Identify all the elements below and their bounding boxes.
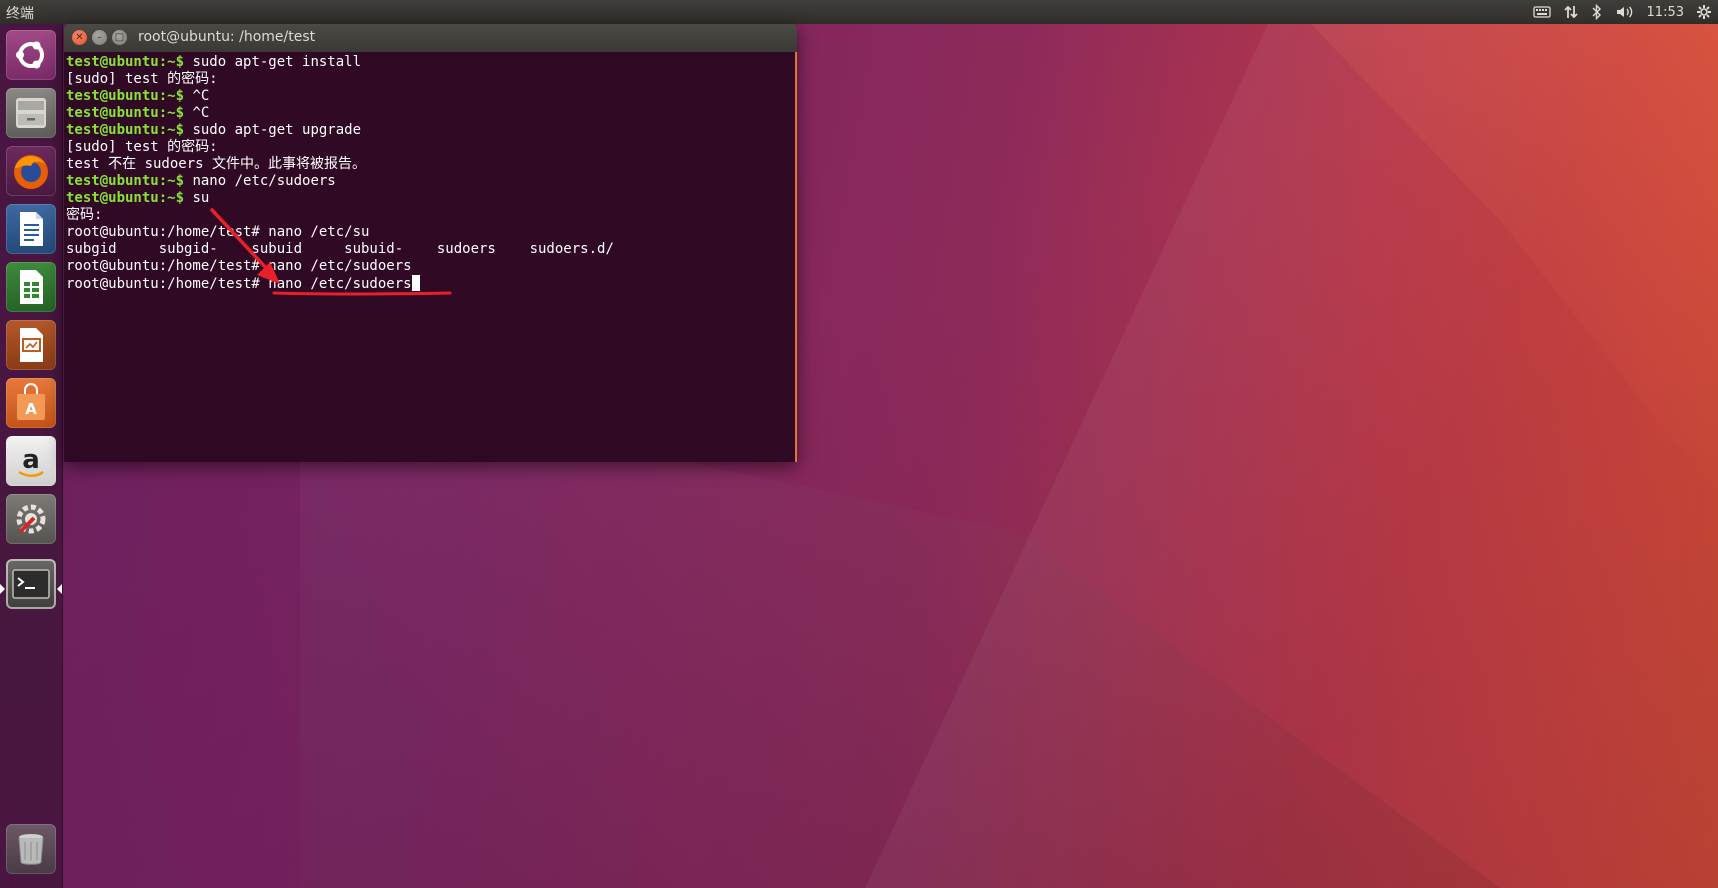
terminal-line: root@ubuntu:/home/test# nano /etc/su — [66, 224, 370, 240]
clock[interactable]: 11:53 — [1647, 2, 1684, 22]
focus-indicator — [57, 584, 62, 594]
terminal-line: subgid subgid- subuid subuid- sudoers su… — [66, 241, 614, 257]
active-app-title: 终端 — [6, 6, 34, 22]
terminal-line: test@ubuntu:~$ sudo apt-get upgrade — [66, 122, 362, 138]
terminal-line: [sudo] test 的密码: — [66, 71, 218, 87]
document-icon[interactable] — [6, 204, 56, 254]
launcher: A a — [0, 24, 63, 888]
window-title: root@ubuntu: /home/test — [138, 29, 316, 45]
settings-wrench-icon[interactable] — [6, 494, 56, 544]
close-icon[interactable]: ✕ — [72, 30, 87, 45]
top-panel: 终端 11:53 — [0, 0, 1718, 24]
indicator-area: 11:53 — [1532, 2, 1712, 22]
keyboard-icon[interactable] — [1532, 2, 1551, 22]
network-icon[interactable] — [1563, 2, 1579, 22]
ubuntu-logo-icon[interactable] — [6, 30, 56, 80]
file-cabinet-icon[interactable] — [6, 88, 56, 138]
terminal-line: test@ubuntu:~$ nano /etc/sudoers — [66, 173, 336, 189]
amazon-icon[interactable]: a — [6, 436, 56, 486]
svg-text:A: A — [25, 400, 37, 418]
terminal-line: test@ubuntu:~$ su — [66, 190, 210, 206]
maximize-icon[interactable]: □ — [112, 30, 127, 45]
terminal-line: test@ubuntu:~$ ^C — [66, 88, 210, 104]
terminal-output[interactable]: test@ubuntu:~$ sudo apt-get install [sud… — [64, 52, 797, 462]
terminal-line: root@ubuntu:/home/test# nano /etc/sudoer… — [66, 258, 412, 274]
gear-icon[interactable] — [1696, 2, 1712, 22]
window-titlebar[interactable]: ✕ – □ root@ubuntu: /home/test — [64, 24, 797, 52]
wallpaper-facet — [1288, 0, 1718, 500]
terminal-line: test@ubuntu:~$ sudo apt-get install — [66, 54, 362, 70]
active-indicator — [0, 584, 5, 594]
terminal-line: test@ubuntu:~$ ^C — [66, 105, 210, 121]
spreadsheet-icon[interactable] — [6, 262, 56, 312]
svg-text:a: a — [22, 445, 40, 475]
firefox-icon[interactable] — [6, 146, 56, 196]
minimize-icon[interactable]: – — [92, 30, 107, 45]
terminal-icon[interactable] — [6, 559, 56, 609]
terminal-window[interactable]: ✕ – □ root@ubuntu: /home/test test@ubunt… — [64, 24, 797, 462]
volume-icon[interactable] — [1615, 2, 1635, 22]
terminal-line-current: root@ubuntu:/home/test# nano /etc/sudoer… — [66, 275, 420, 292]
presentation-icon[interactable] — [6, 320, 56, 370]
terminal-line: test 不在 sudoers 文件中。此事将被报告。 — [66, 156, 367, 172]
trash-icon[interactable] — [6, 824, 56, 874]
shopping-bag-icon[interactable]: A — [6, 378, 56, 428]
bluetooth-icon[interactable] — [1591, 2, 1603, 22]
text-cursor — [411, 275, 420, 291]
terminal-line: [sudo] test 的密码: — [66, 139, 218, 155]
terminal-line: 密码: — [66, 207, 103, 223]
